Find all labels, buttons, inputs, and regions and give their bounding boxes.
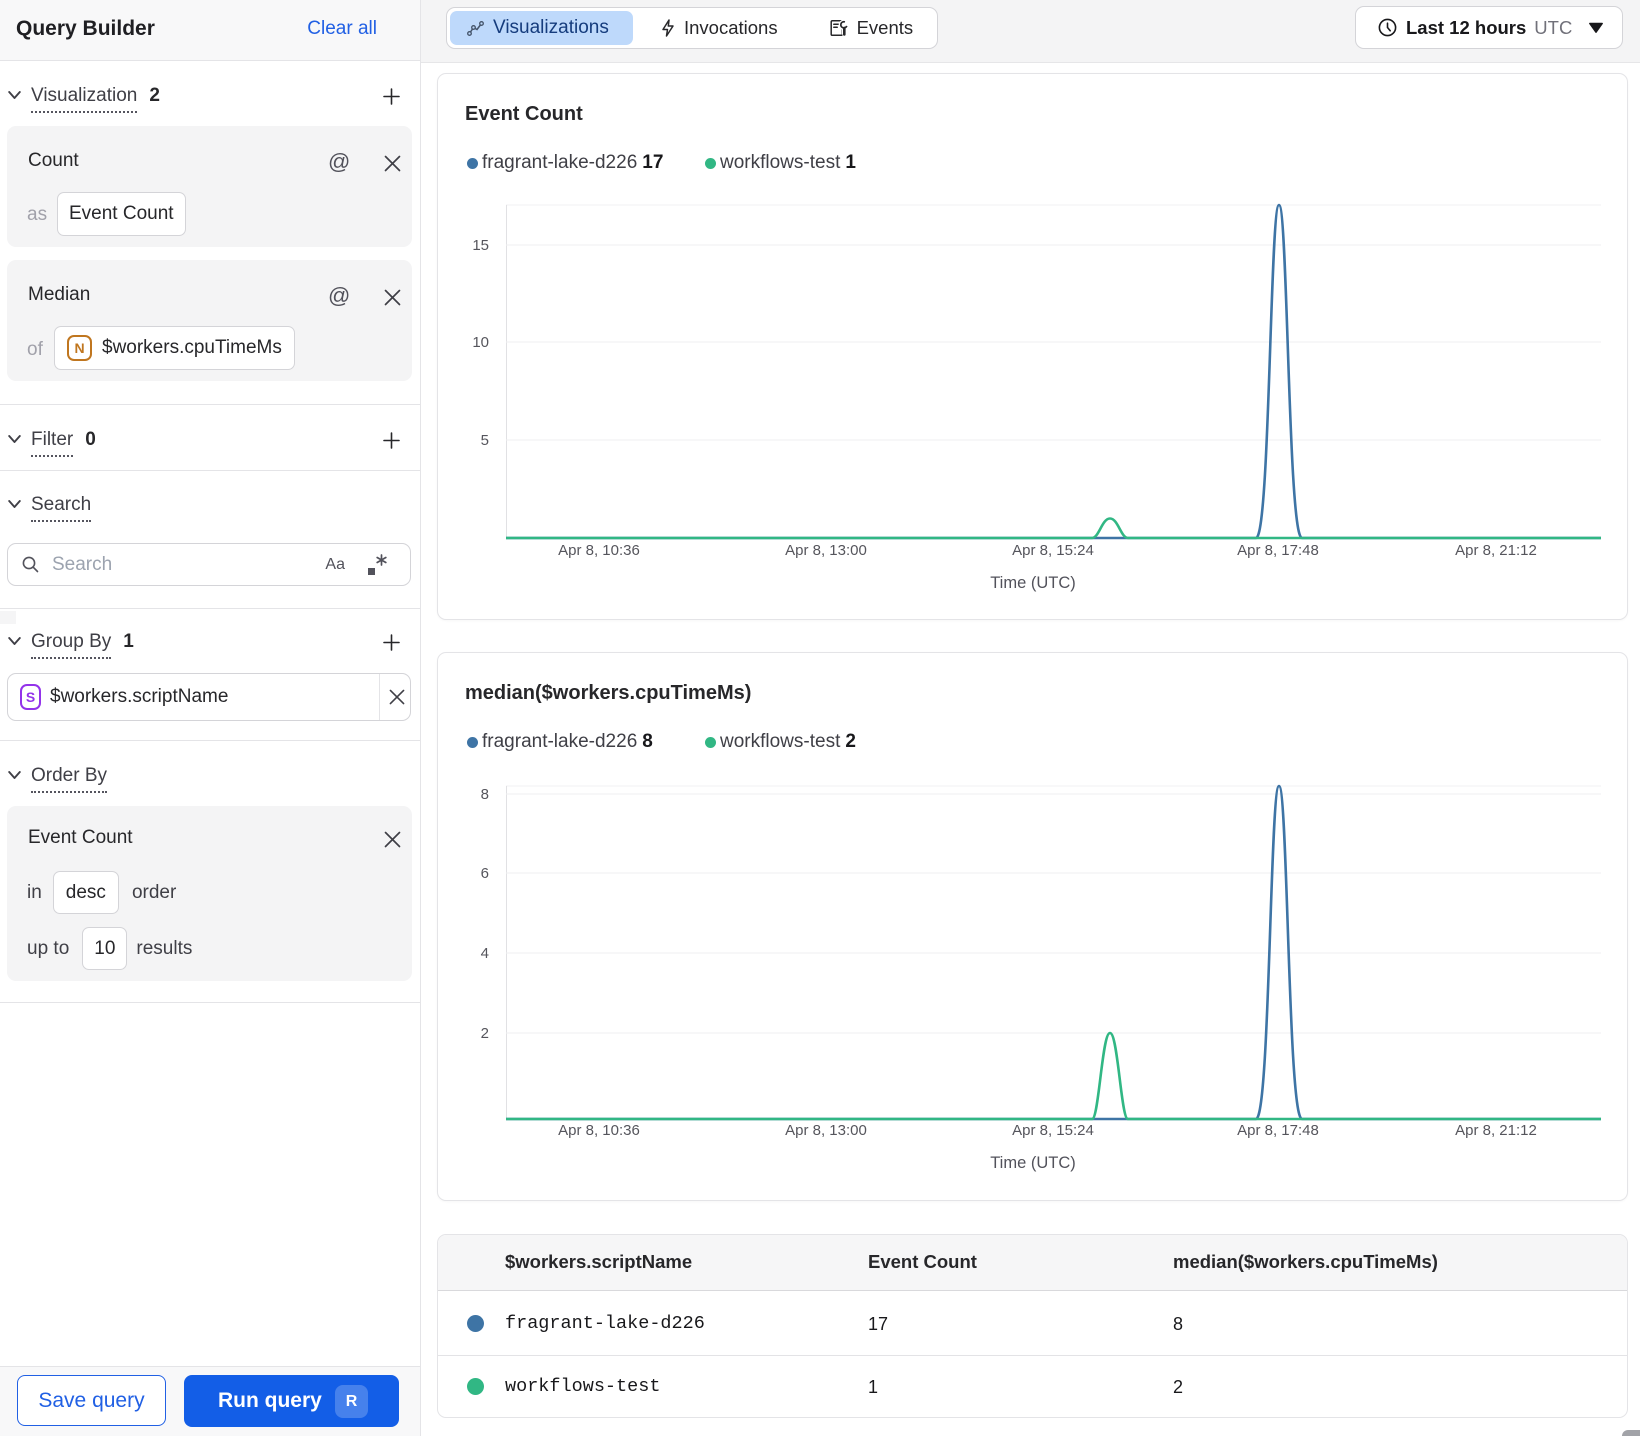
svg-text:Apr 8, 13:00: Apr 8, 13:00: [785, 1122, 867, 1139]
svg-text:4: 4: [481, 945, 489, 962]
svg-text:2: 2: [481, 1025, 489, 1042]
svg-text:Apr 8, 17:48: Apr 8, 17:48: [1237, 542, 1319, 559]
svg-text:Time (UTC): Time (UTC): [990, 574, 1076, 592]
svg-text:15: 15: [472, 237, 489, 254]
svg-text:Apr 8, 21:12: Apr 8, 21:12: [1455, 1122, 1537, 1139]
svg-text:Apr 8, 21:12: Apr 8, 21:12: [1455, 542, 1537, 559]
svg-text:Apr 8, 10:36: Apr 8, 10:36: [558, 542, 640, 559]
svg-text:10: 10: [472, 334, 489, 351]
svg-text:Time (UTC): Time (UTC): [990, 1154, 1076, 1172]
svg-text:Apr 8, 10:36: Apr 8, 10:36: [558, 1122, 640, 1139]
svg-text:6: 6: [481, 865, 489, 882]
svg-text:5: 5: [481, 432, 489, 449]
svg-text:Apr 8, 15:24: Apr 8, 15:24: [1012, 1122, 1094, 1139]
svg-text:Apr 8, 15:24: Apr 8, 15:24: [1012, 542, 1094, 559]
svg-text:8: 8: [481, 786, 489, 803]
svg-text:Apr 8, 13:00: Apr 8, 13:00: [785, 542, 867, 559]
svg-text:Apr 8, 17:48: Apr 8, 17:48: [1237, 1122, 1319, 1139]
